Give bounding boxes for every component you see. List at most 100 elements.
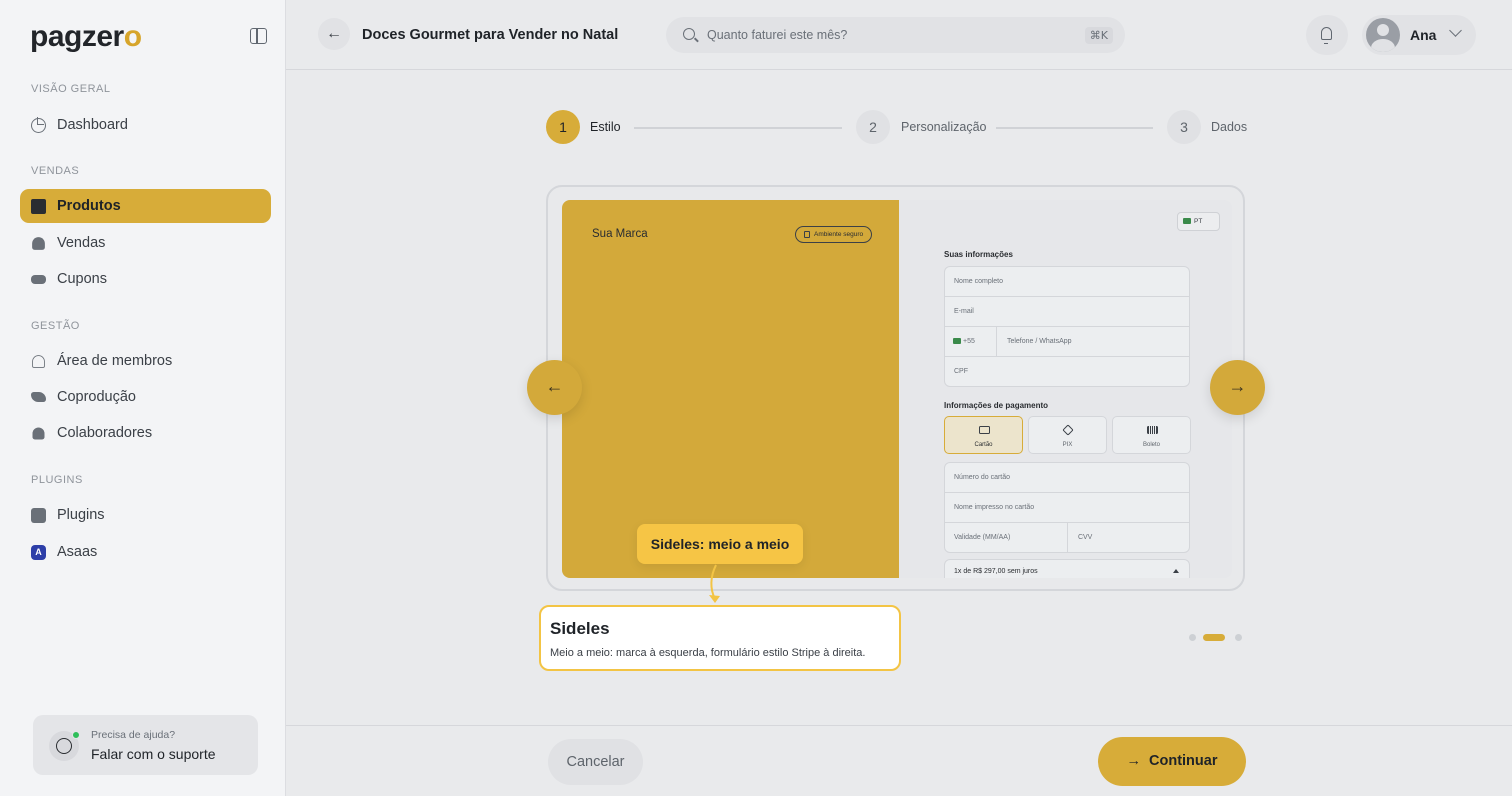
sidebar-item-plugins[interactable]: Plugins xyxy=(20,498,271,532)
carousel-dot-active[interactable] xyxy=(1203,634,1225,641)
section-title-sales: VENDAS xyxy=(31,165,80,177)
style-name: Sideles xyxy=(550,619,610,638)
section-title-plugins: PLUGINS xyxy=(31,474,83,486)
user-menu[interactable]: Ana xyxy=(1362,15,1476,55)
logo[interactable]: pagzero xyxy=(30,20,142,54)
credit-card-icon xyxy=(979,426,990,434)
form-panel: PT Suas informações Nome completo E-mail… xyxy=(899,200,1232,578)
step-2-label[interactable]: Personalização xyxy=(901,120,986,134)
support-subtitle: Precisa de ajuda? xyxy=(91,729,176,741)
arrow-right-icon: → xyxy=(1228,376,1247,396)
carousel-dot[interactable] xyxy=(1189,634,1196,641)
sidebar-item-label: Vendas xyxy=(57,235,106,251)
style-info-card: Sideles Meio a meio: marca à esquerda, f… xyxy=(539,605,901,671)
step-connector xyxy=(634,127,842,129)
phone-placeholder: Telefone / WhatsApp xyxy=(1006,338,1072,345)
barcode-icon xyxy=(1147,426,1158,434)
tooltip-connector xyxy=(709,564,720,603)
handshake-icon xyxy=(31,392,46,402)
phone-field: +55 Telefone / WhatsApp xyxy=(944,326,1190,357)
online-status-dot xyxy=(72,731,80,739)
search-icon xyxy=(683,28,695,40)
asaas-icon: A xyxy=(31,544,46,560)
puzzle-icon xyxy=(31,507,46,523)
secure-badge: Ambiente seguro xyxy=(795,226,873,243)
installments-select: 1x de R$ 297,00 sem juros xyxy=(944,559,1190,578)
brazil-flag-icon xyxy=(953,338,961,344)
sidebar-item-collaborators[interactable]: Colaboradores xyxy=(20,416,271,450)
sidebar-item-members-area[interactable]: Área de membros xyxy=(20,344,271,378)
payment-option-pix: PIX xyxy=(1028,416,1107,454)
sidebar-item-asaas[interactable]: A Asaas xyxy=(20,535,271,569)
payment-option-boleto: Boleto xyxy=(1112,416,1191,454)
footer-divider xyxy=(286,725,1512,726)
sidebar-item-label: Colaboradores xyxy=(57,425,153,441)
support-card[interactable]: Precisa de ajuda? Falar com o suporte xyxy=(33,715,258,775)
next-style-button[interactable]: → xyxy=(1210,360,1265,415)
section-title-overview: VISÃO GERAL xyxy=(31,83,111,95)
support-link: Falar com o suporte xyxy=(91,746,216,762)
bell-icon xyxy=(1321,27,1332,44)
dashboard-icon xyxy=(31,116,46,133)
expiry-cvv-row: Validade (MM/AA) CVV xyxy=(944,522,1190,553)
search-shortcut: ⌘K xyxy=(1084,27,1113,44)
cancel-button[interactable]: Cancelar xyxy=(548,739,643,785)
cvv-field: CVV xyxy=(1077,534,1093,541)
notifications-button[interactable] xyxy=(1306,15,1348,55)
continue-button[interactable]: → Continuar xyxy=(1098,737,1246,786)
email-field: E-mail xyxy=(944,296,1190,327)
style-description: Meio a meio: marca à esquerda, formulári… xyxy=(550,647,866,659)
sidebar-item-label: Área de membros xyxy=(57,353,173,369)
brand-name: Sua Marca xyxy=(592,228,648,240)
expiry-field: Validade (MM/AA) xyxy=(945,523,1068,552)
step-1-label[interactable]: Estilo xyxy=(590,120,621,134)
your-info-title: Suas informações xyxy=(944,250,1013,259)
step-3-circle[interactable]: 3 xyxy=(1167,110,1201,144)
phone-country-code: +55 xyxy=(945,327,997,356)
whatsapp-icon xyxy=(49,731,80,761)
prev-style-button[interactable]: ← xyxy=(527,360,582,415)
users-icon xyxy=(32,354,45,368)
search-input[interactable]: Quanto faturei este mês? xyxy=(707,28,847,42)
step-1-circle[interactable]: 1 xyxy=(546,110,580,144)
sidebar-item-label: Cupons xyxy=(57,271,107,287)
card-name-field: Nome impresso no cartão xyxy=(944,492,1190,523)
full-name-field: Nome completo xyxy=(944,266,1190,297)
sidebar-item-products[interactable]: Produtos xyxy=(20,189,271,223)
payment-option-card: Cartão xyxy=(944,416,1023,454)
sidebar-item-coupons[interactable]: Cupons xyxy=(20,262,271,296)
step-connector xyxy=(996,127,1153,129)
chevron-down-icon xyxy=(1449,24,1462,37)
person-icon xyxy=(32,427,45,439)
sidebar-item-sales[interactable]: Vendas xyxy=(20,226,271,260)
top-header: ← Doces Gourmet para Vender no Natal Qua… xyxy=(286,0,1512,70)
sales-icon xyxy=(32,236,45,250)
brand-panel: Sua Marca Ambiente seguro xyxy=(562,200,899,578)
user-name: Ana xyxy=(1410,27,1437,43)
card-number-field: Número do cartão xyxy=(944,462,1190,493)
sidebar-item-coproduction[interactable]: Coprodução xyxy=(20,380,271,414)
section-title-management: GESTÃO xyxy=(31,320,80,332)
sidebar-item-label: Plugins xyxy=(57,507,105,523)
avatar xyxy=(1366,18,1400,52)
sidebar-item-label: Asaas xyxy=(57,544,98,560)
carousel-dot[interactable] xyxy=(1235,634,1242,641)
box-icon xyxy=(31,198,46,214)
sidebar: pagzero VISÃO GERAL Dashboard VENDAS Pro… xyxy=(0,0,286,796)
step-3-label[interactable]: Dados xyxy=(1211,120,1247,134)
step-2-circle[interactable]: 2 xyxy=(856,110,890,144)
arrow-left-icon: ← xyxy=(326,25,342,42)
arrow-left-icon: ← xyxy=(545,376,564,396)
pix-icon xyxy=(1062,424,1074,436)
back-button[interactable]: ← xyxy=(318,18,350,50)
payment-title: Informações de pagamento xyxy=(944,401,1049,410)
sidebar-item-label: Produtos xyxy=(57,198,121,214)
sidebar-item-label: Dashboard xyxy=(57,117,128,133)
continue-label: Continuar xyxy=(1149,753,1218,769)
checkout-preview: Sua Marca Ambiente seguro PT Suas inform… xyxy=(562,200,1232,578)
search-bar[interactable]: Quanto faturei este mês? ⌘K xyxy=(666,17,1125,53)
ticket-icon xyxy=(31,274,46,284)
sidebar-item-dashboard[interactable]: Dashboard xyxy=(20,108,271,142)
arrow-right-icon: → xyxy=(1126,753,1142,769)
sidebar-toggle-icon[interactable] xyxy=(250,28,267,44)
